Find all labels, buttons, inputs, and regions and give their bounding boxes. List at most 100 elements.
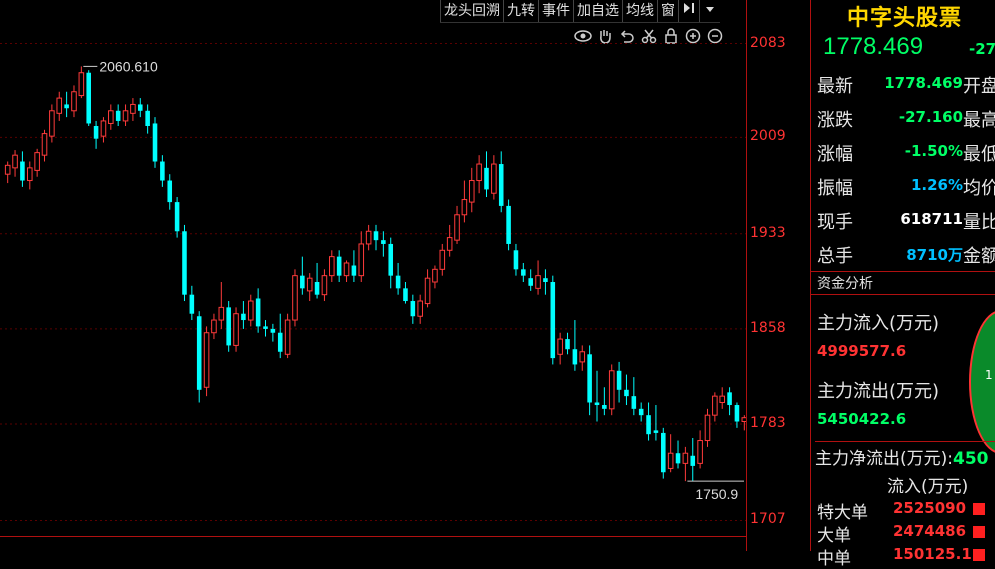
candle — [26, 161, 33, 190]
candle — [616, 361, 622, 403]
inflow-bar — [973, 526, 985, 538]
candle — [468, 167, 475, 213]
quote-row: 总手 8710万 金额 — [817, 242, 995, 268]
candle — [446, 224, 453, 257]
pie-chart-label: 1 — [985, 368, 993, 382]
y-tick-label: 1933 — [750, 224, 786, 241]
candle — [395, 262, 401, 295]
candle — [86, 70, 91, 126]
candle — [314, 262, 320, 299]
candle — [93, 120, 99, 149]
candle — [160, 155, 165, 187]
toolbar-item-add-watchlist[interactable]: 加自选 — [573, 0, 622, 22]
main-outflow-label: 主力流出(万元) — [817, 381, 940, 402]
candle — [12, 150, 18, 177]
price-change: -27 — [969, 40, 995, 58]
candle — [321, 269, 328, 302]
quote-row-label: 总手 — [817, 246, 853, 267]
chart-toolbar: 龙头回溯 九转 事件 加自选 均线 窗 — [440, 0, 720, 23]
candle — [631, 377, 637, 416]
toolbar-item-window[interactable]: 窗 — [657, 0, 678, 22]
net-outflow: 主力净流出(万元):450 — [815, 441, 995, 469]
quote-row-value: 618711 — [900, 210, 963, 228]
candle — [284, 313, 291, 359]
order-row-large: 大单 2474486 — [817, 521, 995, 546]
candle — [712, 392, 718, 422]
y-tick-label: 2009 — [750, 128, 786, 145]
quote-row-value: 8710万 — [906, 246, 963, 264]
candle — [277, 313, 283, 359]
main-inflow-value: 4999577.6 — [817, 342, 907, 360]
quote-row-value: -1.50% — [904, 142, 963, 160]
candle — [167, 174, 173, 210]
toolbar-item-leader-review[interactable]: 龙头回溯 — [440, 0, 503, 22]
collapse-right-icon[interactable] — [678, 0, 699, 22]
quote-row-next-label: 金额 — [963, 246, 995, 267]
candle — [682, 446, 689, 482]
high-annotation-label: 2060.610 — [99, 58, 158, 74]
candle — [20, 151, 25, 187]
candle — [182, 224, 187, 302]
y-tick-label: 1707 — [750, 511, 786, 528]
toolbar-item-moving-average[interactable]: 均线 — [622, 0, 657, 22]
candle — [145, 104, 150, 134]
main-outflow-value: 5450422.6 — [817, 410, 907, 428]
quote-row: 现手 618711 量比 — [817, 208, 995, 234]
net-outflow-label: 主力净流出(万元): — [815, 449, 953, 469]
candle — [329, 250, 335, 282]
candle — [550, 275, 556, 365]
low-annotation-label: 1750.9 — [695, 486, 738, 502]
main-inflow-label: 主力流入(万元) — [817, 313, 940, 334]
candle — [226, 301, 231, 352]
quote-row-next-label: 均价 — [963, 178, 995, 199]
quote-row-next-label: 开盘 — [963, 76, 995, 97]
candle — [667, 434, 674, 473]
candle — [130, 98, 136, 121]
candle — [233, 307, 239, 352]
candle — [211, 313, 217, 340]
candle — [108, 104, 114, 130]
candle — [638, 402, 644, 422]
candle — [174, 197, 180, 238]
candle — [565, 332, 570, 355]
candle — [521, 262, 526, 282]
quote-row-value: 1778.469 — [884, 74, 963, 92]
candle — [410, 294, 416, 324]
candlestick-svg[interactable]: 2060.610 1750.9 — [0, 22, 748, 542]
price-axis: 2083 2009 1933 1858 1783 1707 — [747, 22, 809, 542]
candle — [727, 387, 732, 416]
fund-analysis-title[interactable]: 资金分析 — [811, 271, 995, 295]
candle — [41, 129, 48, 162]
candle — [4, 161, 11, 184]
candle — [64, 91, 69, 118]
toolbar-item-events[interactable]: 事件 — [538, 0, 573, 22]
quote-row-label: 涨跌 — [817, 110, 853, 131]
chart-divider — [746, 0, 747, 551]
candle — [608, 364, 615, 416]
fund-flow-pie-chart — [969, 310, 995, 454]
candle — [358, 231, 365, 282]
last-price: 1778.469 — [823, 33, 924, 60]
candle — [491, 155, 497, 200]
candle — [704, 408, 711, 447]
toolbar-item-nine-turn[interactable]: 九转 — [503, 0, 538, 22]
candle — [403, 282, 408, 304]
candle — [270, 323, 276, 342]
order-row-super-large: 特大单 2525090 — [817, 498, 995, 523]
candle — [115, 104, 121, 126]
candle — [263, 320, 268, 337]
dropdown-arrow-icon[interactable] — [699, 0, 720, 22]
quote-row: 涨跌 -27.160 最高 — [817, 106, 995, 132]
inflow-bar — [973, 503, 985, 515]
candle — [343, 260, 350, 282]
candle — [78, 66, 85, 99]
quote-row-next-label: 最高 — [963, 110, 995, 131]
candle — [381, 231, 386, 257]
candlestick-chart[interactable]: 2060.610 1750.9 — [0, 22, 748, 542]
candle — [100, 117, 107, 143]
candle — [34, 148, 40, 177]
candle — [461, 180, 468, 223]
candle — [454, 205, 460, 244]
candle — [535, 260, 541, 295]
candle — [602, 387, 607, 416]
